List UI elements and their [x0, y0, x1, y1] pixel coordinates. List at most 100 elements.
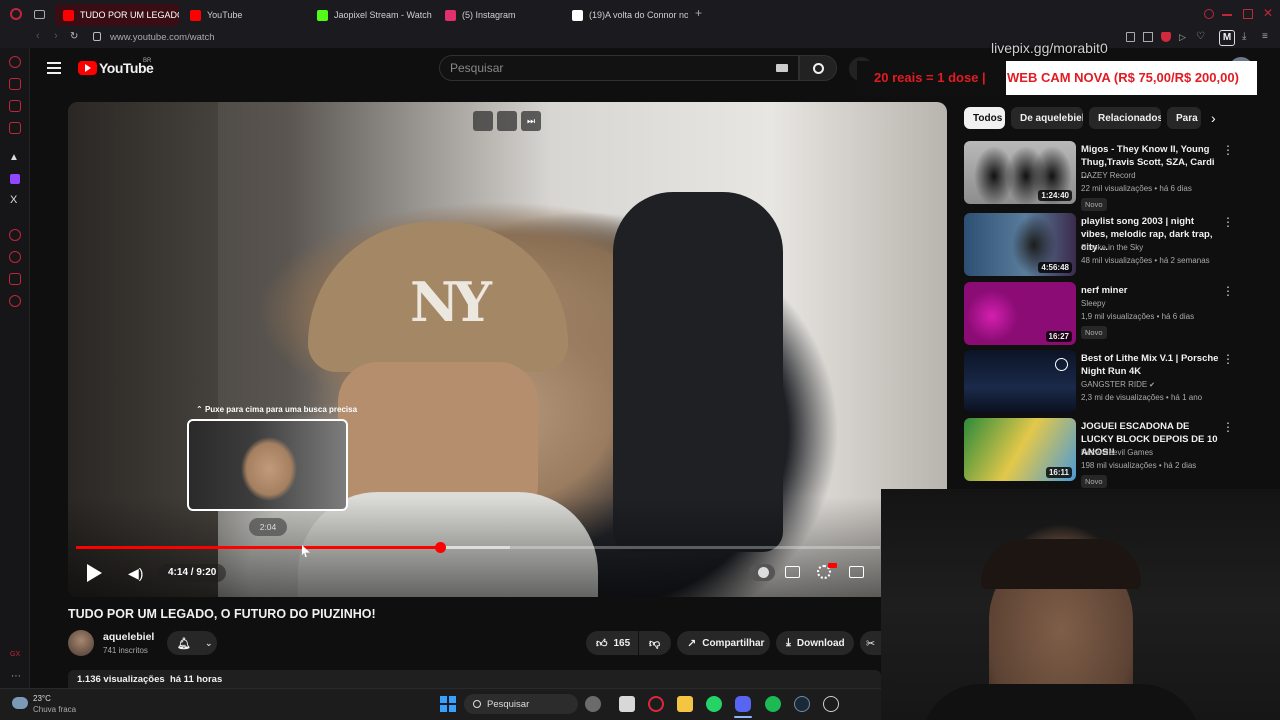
filter-chip[interactable]: De aquelebiel — [1011, 107, 1083, 129]
whatsapp-icon[interactable] — [706, 696, 722, 712]
twitch-icon[interactable] — [10, 174, 20, 184]
autoplay-toggle[interactable] — [749, 564, 775, 581]
weather-icon[interactable] — [12, 697, 28, 709]
browser-tab[interactable]: TUDO POR UM LEGADO, — [55, 4, 179, 26]
share-button[interactable]: ↗ Compartilhar — [677, 631, 770, 655]
keyboard-icon[interactable] — [776, 64, 788, 72]
widget-icon[interactable] — [585, 696, 601, 712]
menu-icon[interactable]: ≡ — [1262, 31, 1268, 42]
recommendation-item[interactable]: 16:11 JOGUEI ESCADONA DE LUCKY BLOCK DEPO… — [964, 418, 1264, 488]
task-view-icon[interactable] — [619, 696, 635, 712]
recommendation-thumbnail[interactable]: 16:27 — [964, 282, 1076, 345]
spotify-icon[interactable] — [765, 696, 781, 712]
steam-icon[interactable] — [794, 696, 810, 712]
search-button[interactable] — [799, 55, 837, 81]
discord-icon[interactable] — [735, 696, 751, 712]
play-button[interactable] — [87, 564, 102, 582]
watch-later-icon[interactable] — [1055, 358, 1068, 371]
recommendation-channel[interactable]: DAZEY Record — [1081, 171, 1136, 180]
search-input[interactable]: Pesquisar — [439, 55, 799, 81]
crypto-wallet-icon[interactable] — [9, 78, 21, 90]
recommendation-item[interactable]: 4:56:48 playlist song 2003 | night vibes,… — [964, 213, 1264, 277]
back-icon[interactable]: ‹ — [36, 30, 40, 42]
forward-icon[interactable]: › — [54, 30, 58, 42]
obs-icon[interactable] — [823, 696, 839, 712]
pinboard-icon[interactable] — [9, 273, 21, 285]
download-button[interactable]: ⤓ Download — [776, 631, 854, 655]
new-tab-icon[interactable]: + — [693, 7, 704, 19]
like-button[interactable]: 👍︎ 165 — [586, 631, 638, 655]
windows-start-icon[interactable] — [440, 696, 456, 712]
close-window-icon[interactable]: ✕ — [1263, 6, 1273, 20]
minimize-icon[interactable] — [1222, 14, 1232, 16]
snapshot-icon[interactable] — [1143, 32, 1153, 42]
recommendation-thumbnail[interactable]: 16:11 — [964, 418, 1076, 481]
extension-badge-icon[interactable]: GX — [10, 651, 20, 658]
youtube-logo-icon[interactable] — [78, 61, 97, 75]
browser-tab[interactable]: (5) Instagram — [437, 4, 561, 26]
opera-gx-taskbar-icon[interactable] — [648, 696, 664, 712]
video-player[interactable]: NY — [68, 102, 947, 597]
notification-bell-button[interactable]: 🔔︎ ⌄ — [167, 631, 217, 655]
vpn-shield-icon[interactable] — [1161, 32, 1171, 42]
messenger-icon[interactable] — [9, 100, 21, 112]
skip-next-icon[interactable]: ⏭ — [521, 111, 541, 131]
exit-icon[interactable] — [497, 111, 517, 131]
progress-scrubber[interactable] — [434, 542, 446, 553]
file-explorer-icon[interactable] — [677, 696, 693, 712]
bookmark-icon[interactable] — [1126, 32, 1135, 42]
search-tabs-icon[interactable] — [1204, 9, 1214, 19]
recommendation-item[interactable]: Best of Lithe Mix V.1 | Porsche Night Ru… — [964, 350, 1264, 414]
player-icon[interactable] — [9, 122, 21, 134]
heart-icon[interactable]: ♡ — [1196, 31, 1205, 42]
recommendation-channel[interactable]: Smoke in the Sky — [1081, 243, 1143, 252]
recommendation-title[interactable]: nerf miner — [1081, 284, 1221, 297]
filter-chip[interactable]: Todos — [964, 107, 1005, 129]
maximize-icon[interactable] — [1243, 9, 1253, 19]
tab-overview-icon[interactable] — [34, 10, 45, 19]
recommendation-channel[interactable]: Rezendeevil Games — [1081, 448, 1153, 457]
aria-icon[interactable] — [9, 56, 21, 68]
more-options-icon[interactable]: ⋮ — [1222, 284, 1234, 298]
recommendation-item[interactable]: 16:27 nerf miner Sleepy 1,9 mil visualizaçõ… — [964, 282, 1264, 346]
channel-name[interactable]: aquelebiel — [103, 631, 154, 643]
settings-icon[interactable] — [9, 295, 21, 307]
recommendation-item[interactable]: 1:24:40 Migos - They Know II, Young Thug,… — [964, 141, 1264, 211]
download-icon[interactable]: ⤓ — [1242, 31, 1246, 42]
x-twitter-icon[interactable]: X — [10, 194, 17, 206]
filter-chip[interactable]: Relacionados — [1089, 107, 1161, 129]
more-icon[interactable]: ⋯ — [11, 671, 21, 682]
recommendation-thumbnail[interactable]: 1:24:40 — [964, 141, 1076, 204]
recommendation-thumbnail[interactable] — [964, 350, 1076, 413]
browser-tab[interactable]: YouTube — [182, 4, 306, 26]
kick-icon[interactable]: ▲ — [9, 152, 19, 163]
volume-icon[interactable]: ◀) — [128, 564, 146, 582]
theater-mode-icon[interactable] — [849, 566, 864, 578]
clip-button[interactable]: ✂ — [860, 631, 881, 655]
browser-tab[interactable]: Jaopixel Stream - Watch — [309, 4, 433, 26]
filter-chip[interactable]: Para — [1167, 107, 1201, 129]
more-options-icon[interactable]: ⋮ — [1222, 143, 1234, 157]
recommendation-thumbnail[interactable]: 4:56:48 — [964, 213, 1076, 276]
more-options-icon[interactable]: ⋮ — [1222, 420, 1234, 434]
miniplayer-icon[interactable] — [473, 111, 493, 131]
hamburger-menu-icon[interactable] — [47, 62, 61, 74]
more-options-icon[interactable]: ⋮ — [1222, 352, 1234, 366]
reload-icon[interactable]: ↻ — [70, 31, 78, 42]
history-icon[interactable] — [9, 229, 21, 241]
recommendation-title[interactable]: Best of Lithe Mix V.1 | Porsche Night Ru… — [1081, 352, 1221, 378]
opera-logo-icon[interactable] — [10, 8, 22, 20]
url-text[interactable]: www.youtube.com/watch — [110, 32, 215, 43]
chevron-right-icon[interactable]: › — [1211, 110, 1216, 126]
extension-m-icon[interactable]: M — [1219, 30, 1235, 46]
taskbar-search[interactable]: Pesquisar — [464, 694, 578, 714]
play-icon[interactable]: ▷ — [1179, 32, 1186, 43]
channel-avatar[interactable] — [68, 630, 94, 656]
more-options-icon[interactable]: ⋮ — [1222, 215, 1234, 229]
browser-tab[interactable]: (19)A volta do Connor no — [564, 4, 688, 26]
recommendation-channel[interactable]: GANGSTER RIDE ✔ — [1081, 380, 1155, 389]
recommendation-channel[interactable]: Sleepy — [1081, 299, 1105, 308]
dislike-button[interactable]: 👎︎ — [639, 631, 671, 655]
subtitles-icon[interactable] — [785, 566, 800, 578]
clock-icon[interactable] — [9, 251, 21, 263]
